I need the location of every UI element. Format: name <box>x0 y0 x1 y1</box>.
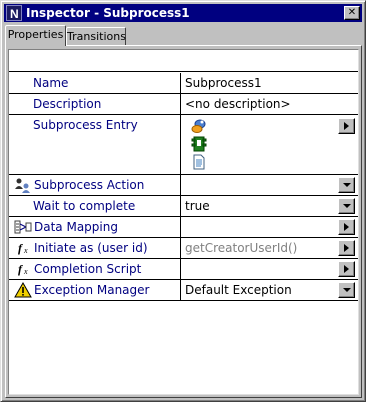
initiate-as-value[interactable]: getCreatorUserId() <box>185 241 297 255</box>
property-label-name: Name <box>33 76 69 90</box>
property-name-cell: Wait to complete <box>9 196 181 216</box>
arrow-right-icon <box>344 265 349 273</box>
app-logo-icon: N <box>6 5 22 21</box>
arrow-right-icon <box>344 122 349 130</box>
property-value-cell[interactable]: <no description> <box>182 94 358 114</box>
title-bar[interactable]: N Inspector - Subprocess1 ✕ <box>4 4 362 22</box>
process-link-icon[interactable] <box>191 118 207 134</box>
tab-transitions[interactable]: Transitions <box>66 27 126 46</box>
inspector-window: N Inspector - Subprocess1 ✕ Properties T… <box>0 0 366 402</box>
property-row-exception-manager[interactable]: Exception Manager Default Exception <box>9 280 358 301</box>
property-name-cell: Data Mapping <box>9 217 181 237</box>
property-value-cell[interactable] <box>182 115 358 174</box>
subprocess-entry-button[interactable] <box>338 118 355 134</box>
close-button[interactable]: ✕ <box>344 6 360 20</box>
property-row-subprocess-entry[interactable]: Subprocess Entry <box>9 115 358 175</box>
wait-to-complete-dropdown[interactable] <box>338 198 355 214</box>
svg-text:f: f <box>18 241 23 255</box>
chevron-down-icon <box>343 288 351 292</box>
svg-text:f: f <box>18 262 23 276</box>
svg-text:N: N <box>10 7 19 20</box>
arrow-right-icon <box>344 244 349 252</box>
subprocess-action-dropdown[interactable] <box>338 177 355 193</box>
data-mapping-button[interactable] <box>338 219 355 235</box>
property-name-cell: f x Initiate as (user id) <box>9 238 181 258</box>
property-label-wait-to-complete: Wait to complete <box>33 199 136 213</box>
description-value[interactable]: <no description> <box>185 97 291 111</box>
property-label-completion-script: Completion Script <box>34 262 142 276</box>
property-name-cell: Description <box>9 94 181 114</box>
data-mapping-icon <box>14 219 32 235</box>
property-row-subprocess-action[interactable]: Subprocess Action <box>9 175 358 196</box>
exception-manager-dropdown[interactable] <box>338 282 355 298</box>
exception-manager-value[interactable]: Default Exception <box>185 283 292 297</box>
property-grid-header <box>9 50 358 72</box>
property-row-initiate-as[interactable]: f x Initiate as (user id) getCreatorUser… <box>9 238 358 259</box>
property-row-name[interactable]: Name Subprocess1 <box>9 73 358 94</box>
property-name-cell: Subprocess Entry <box>9 115 181 174</box>
arrow-right-icon <box>344 223 349 231</box>
window-title: Inspector - Subprocess1 <box>26 6 190 20</box>
function-icon: f x <box>17 240 33 256</box>
document-icon[interactable] <box>191 154 207 170</box>
tab-properties[interactable]: Properties <box>5 25 66 46</box>
property-label-data-mapping: Data Mapping <box>34 220 118 234</box>
tab-transitions-label: Transitions <box>67 30 126 43</box>
component-icon[interactable] <box>191 136 207 152</box>
property-name-cell: f x Completion Script <box>9 259 181 279</box>
property-label-subprocess-entry: Subprocess Entry <box>33 118 138 132</box>
property-name-cell: Exception Manager <box>9 280 181 300</box>
property-value-cell[interactable]: getCreatorUserId() <box>182 238 358 258</box>
property-value-cell[interactable]: Default Exception <box>182 280 358 300</box>
property-name-cell: Subprocess Action <box>9 175 181 195</box>
property-value-cell[interactable]: true <box>182 196 358 216</box>
completion-script-button[interactable] <box>338 261 355 277</box>
property-grid: Name Subprocess1 Description <no descrip… <box>8 49 359 395</box>
property-value-cell[interactable] <box>182 175 358 195</box>
property-label-initiate-as: Initiate as (user id) <box>34 241 148 255</box>
svg-text:x: x <box>23 267 28 276</box>
people-action-icon <box>14 177 30 193</box>
wait-to-complete-value[interactable]: true <box>185 199 210 213</box>
svg-text:x: x <box>23 246 28 255</box>
function-icon: f x <box>17 261 33 277</box>
property-value-cell[interactable]: Subprocess1 <box>182 73 358 93</box>
property-label-subprocess-action: Subprocess Action <box>34 178 145 192</box>
property-row-description[interactable]: Description <no description> <box>9 94 358 115</box>
name-value[interactable]: Subprocess1 <box>185 76 262 90</box>
initiate-as-button[interactable] <box>338 240 355 256</box>
property-label-exception-manager: Exception Manager <box>34 283 150 297</box>
property-name-cell: Name <box>9 73 181 93</box>
property-row-data-mapping[interactable]: Data Mapping <box>9 217 358 238</box>
property-value-cell[interactable] <box>182 259 358 279</box>
property-label-description: Description <box>33 97 102 111</box>
close-icon: ✕ <box>347 7 357 18</box>
warning-icon <box>14 281 32 298</box>
chevron-down-icon <box>343 183 351 187</box>
tab-properties-label: Properties <box>7 28 64 41</box>
property-value-cell[interactable] <box>182 217 358 237</box>
property-row-completion-script[interactable]: f x Completion Script <box>9 259 358 280</box>
chevron-down-icon <box>343 204 351 208</box>
property-row-wait-to-complete[interactable]: Wait to complete true <box>9 196 358 217</box>
